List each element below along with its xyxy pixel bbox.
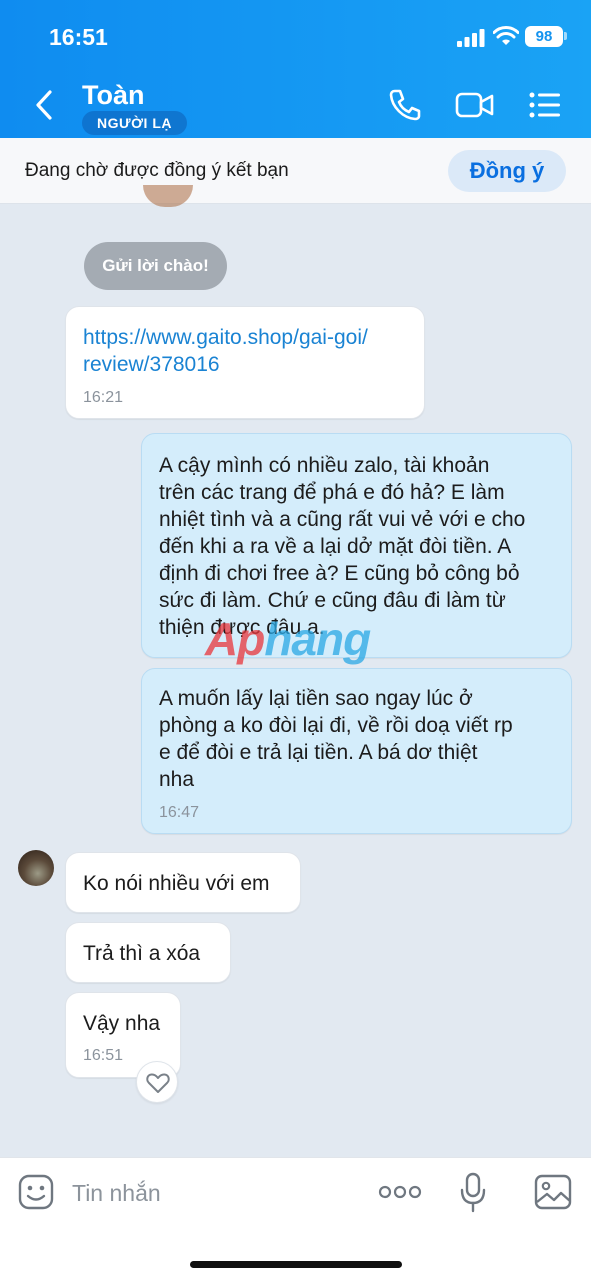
wifi-icon (493, 26, 519, 45)
message-time: 16:21 (83, 389, 124, 406)
react-heart-button[interactable] (136, 1061, 178, 1103)
back-arrow-icon[interactable] (30, 88, 58, 122)
accept-friend-button[interactable]: Đồng ý (448, 150, 566, 192)
message-line: e để đòi e trả lại tiền. A bá dơ thiệt (159, 741, 478, 764)
message-line: sức đi làm. Chứ e cũng đâu đi làm từ (159, 589, 506, 612)
battery-indicator: 98 (525, 26, 563, 47)
message-line: định đi chơi free à? E cũng bỏ công bỏ (159, 562, 520, 585)
message-line: A muốn lấy lại tiền sao ngay lúc ở (159, 687, 473, 710)
message-text: Trả thì a xóa (83, 942, 201, 965)
chat-header: 16:51 98 Toàn NGƯỜI LẠ (0, 0, 591, 138)
message-bubble-incoming[interactable]: Trả thì a xóa (65, 922, 231, 983)
sticker-emoji-icon[interactable] (18, 1174, 54, 1210)
video-call-icon[interactable] (455, 88, 495, 122)
message-composer: Tin nhắn (0, 1157, 591, 1280)
message-bubble-outgoing[interactable]: A muốn lấy lại tiền sao ngay lúc ở phòng… (141, 668, 572, 834)
watermark-part-1: Ap (205, 613, 265, 665)
heart-icon (146, 1073, 170, 1093)
message-text: Vậy nha (83, 1012, 161, 1035)
link-line-1[interactable]: https://www.gaito.shop/gai-goi/ (83, 324, 368, 351)
message-line: nha (159, 768, 195, 791)
sender-avatar[interactable] (18, 850, 54, 886)
message-line: đến khi a ra về a lại dở mặt đòi tiền. A (159, 535, 512, 558)
message-input[interactable]: Tin nhắn (72, 1180, 161, 1207)
message-line: nhiệt tình và a cũng rất vui vẻ với e ch… (159, 508, 526, 531)
message-time: 16:47 (159, 804, 200, 821)
message-time: 16:51 (83, 1047, 124, 1064)
image-gallery-icon[interactable] (534, 1174, 572, 1210)
watermark-logo: Aphang (205, 612, 371, 666)
friend-request-bar: Đang chờ được đồng ý kết bạn Đồng ý (0, 138, 591, 204)
message-line: trên các trang để phá e đó hả? E làm (159, 481, 505, 504)
send-greeting-button[interactable]: Gửi lời chào! (84, 242, 227, 290)
stranger-badge: NGƯỜI LẠ (82, 111, 187, 135)
status-time: 16:51 (49, 24, 108, 50)
more-options-icon[interactable] (378, 1184, 422, 1200)
cellular-signal-icon (457, 29, 485, 47)
contact-name[interactable]: Toàn (82, 80, 145, 111)
message-bubble-incoming[interactable]: Ko nói nhiều với em (65, 852, 301, 913)
message-text: Ko nói nhiều với em (83, 872, 270, 895)
battery-nub (564, 32, 567, 40)
message-line: phòng a ko đòi lại đi, về rồi doạ viết r… (159, 714, 513, 737)
message-line: A cậy mình có nhiều zalo, tài khoản (159, 454, 490, 477)
link-line-2[interactable]: review/378016 (83, 351, 220, 378)
message-bubble-incoming[interactable]: https://www.gaito.shop/gai-goi/ review/3… (65, 306, 425, 419)
home-indicator (190, 1261, 402, 1268)
friend-request-text: Đang chờ được đồng ý kết bạn (25, 160, 289, 181)
watermark-part-2: hang (264, 613, 371, 665)
message-text: A muốn lấy lại tiền sao ngay lúc ở phòng… (159, 685, 513, 793)
microphone-icon[interactable] (459, 1172, 487, 1214)
menu-list-icon[interactable] (528, 88, 562, 122)
phone-call-icon[interactable] (388, 88, 422, 122)
